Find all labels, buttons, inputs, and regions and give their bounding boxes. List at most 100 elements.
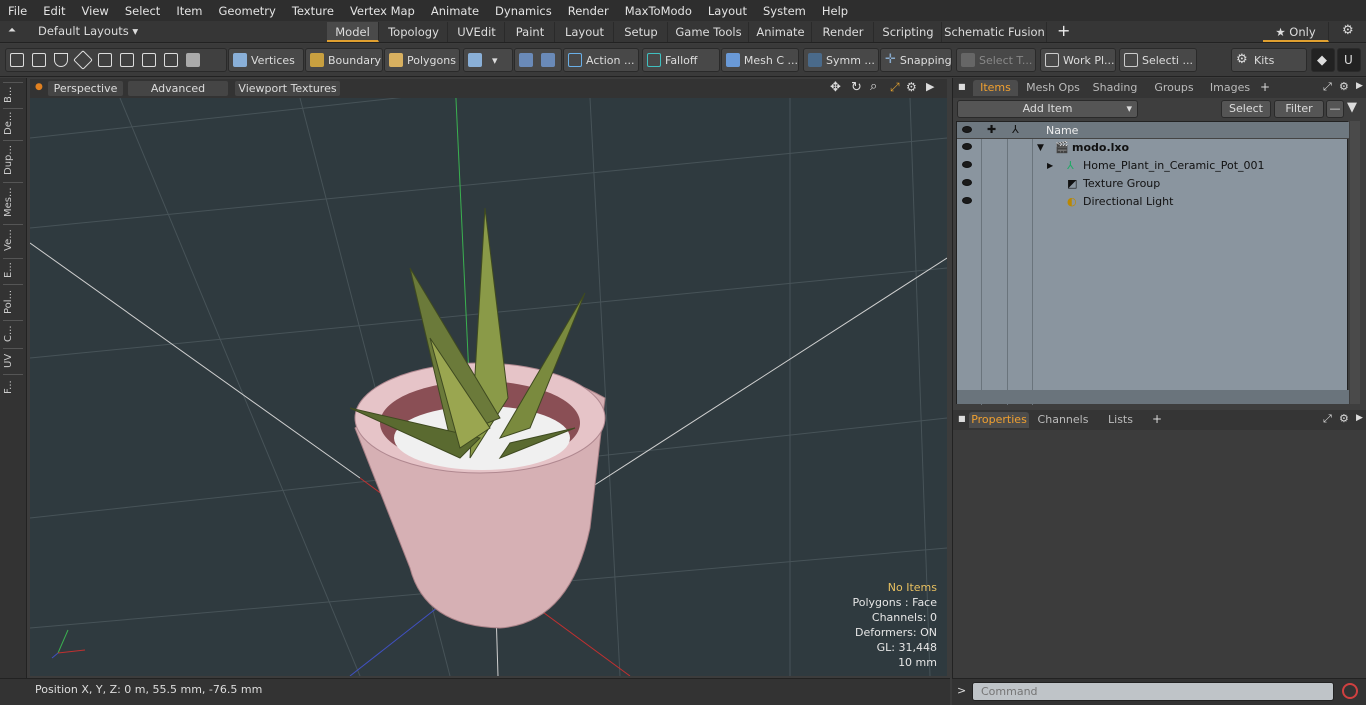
- 3d-viewport[interactable]: No Items Polygons : Face Channels: 0 Def…: [30, 98, 947, 676]
- globe-icon[interactable]: [32, 53, 46, 67]
- tab-items[interactable]: Items: [973, 80, 1018, 96]
- menu-vertex-map[interactable]: Vertex Map: [342, 4, 423, 18]
- tab-animate[interactable]: Animate: [750, 22, 812, 42]
- select-button[interactable]: Select: [1221, 100, 1271, 118]
- tab-properties[interactable]: Properties: [969, 412, 1029, 428]
- zoom-icon[interactable]: ⌕: [870, 79, 877, 94]
- snapping-button[interactable]: ✛ Snapping: [880, 48, 952, 72]
- tab-topology[interactable]: Topology: [380, 22, 448, 42]
- gear-icon[interactable]: ⚙: [1342, 23, 1354, 38]
- panel-maximize-icon[interactable]: ⤢: [1323, 80, 1332, 94]
- item-mode-button[interactable]: ▾: [463, 48, 513, 72]
- menu-texture[interactable]: Texture: [284, 4, 342, 18]
- tab-render[interactable]: Render: [813, 22, 874, 42]
- tab-basic[interactable]: B...: [3, 82, 23, 106]
- eye-icon[interactable]: [962, 161, 972, 168]
- add-panel-tab-icon[interactable]: +: [1260, 80, 1270, 94]
- tab-layout[interactable]: Layout: [556, 22, 614, 42]
- circle-select-icon[interactable]: [10, 53, 24, 67]
- list-item[interactable]: ▼ 🎬 modo.lxo: [957, 139, 1349, 157]
- symmetry-button[interactable]: Symm ...: [803, 48, 879, 72]
- menu-system[interactable]: System: [755, 4, 814, 18]
- add-tab-icon[interactable]: +: [1057, 21, 1070, 40]
- boundary-button[interactable]: Boundary: [305, 48, 383, 72]
- lock-header-icon[interactable]: ✚: [987, 123, 996, 136]
- layout-selector[interactable]: Default Layouts ▾: [38, 24, 138, 38]
- funnel-icon[interactable]: ▼: [1347, 100, 1357, 115]
- menu-layout[interactable]: Layout: [700, 4, 755, 18]
- tab-mesh-edit[interactable]: Mes...: [3, 182, 23, 222]
- expand-arrow-icon[interactable]: ▶: [1047, 157, 1053, 175]
- tab-shading[interactable]: Shading: [1089, 80, 1141, 96]
- tab-vertex[interactable]: Ve...: [3, 224, 23, 256]
- menu-maxtomodo[interactable]: MaxToModo: [617, 4, 700, 18]
- panel-maximize-icon[interactable]: ⤢: [1323, 412, 1332, 426]
- panel-gear-icon[interactable]: ⚙: [1339, 412, 1349, 425]
- polygons-button[interactable]: Polygons: [384, 48, 460, 72]
- tab-lists[interactable]: Lists: [1098, 412, 1143, 428]
- transform-icon[interactable]: [120, 53, 134, 67]
- only-toggle[interactable]: ★ Only: [1263, 22, 1329, 42]
- work-plane-button[interactable]: Work Pl...: [1040, 48, 1116, 72]
- pen-icon[interactable]: [54, 53, 68, 67]
- viewport-textures-dropdown[interactable]: Viewport Textures: [235, 81, 340, 96]
- vertical-scrollbar[interactable]: [1350, 121, 1360, 404]
- viewport-gear-icon[interactable]: ⚙: [906, 80, 917, 94]
- type-header-icon[interactable]: ⅄: [1012, 123, 1019, 136]
- box-icon[interactable]: [142, 53, 156, 67]
- unreal-icon[interactable]: U: [1337, 48, 1361, 72]
- menu-edit[interactable]: Edit: [35, 4, 73, 18]
- list-item[interactable]: ▶ ⅄ Home_Plant_in_Ceramic_Pot_001: [957, 157, 1349, 175]
- tab-channels[interactable]: Channels: [1035, 412, 1091, 428]
- action-center-button[interactable]: Action ...: [563, 48, 639, 72]
- tab-mesh-ops[interactable]: Mesh Ops: [1024, 80, 1082, 96]
- viewport-menu-arrow-icon[interactable]: ▶: [926, 80, 934, 93]
- tab-edge[interactable]: E...: [3, 258, 23, 282]
- expand-arrow-icon[interactable]: ▼: [1037, 139, 1044, 157]
- tab-fusion[interactable]: F...: [3, 374, 23, 400]
- selection-sets-button[interactable]: Selecti ...: [1119, 48, 1197, 72]
- tab-curve[interactable]: C...: [3, 320, 23, 346]
- tab-scripting[interactable]: Scripting: [875, 22, 942, 42]
- menu-item[interactable]: Item: [168, 4, 210, 18]
- panel-gear-icon[interactable]: ⚙: [1339, 80, 1349, 93]
- tab-setup[interactable]: Setup: [615, 22, 668, 42]
- collapse-icon[interactable]: —: [1326, 100, 1344, 118]
- mesh-constraint-button[interactable]: Mesh C ...: [721, 48, 799, 72]
- link-icon[interactable]: [98, 53, 112, 67]
- layout-menu-icon[interactable]: ⏶: [8, 25, 16, 36]
- menu-render[interactable]: Render: [560, 4, 617, 18]
- symmetry-toggles[interactable]: [514, 48, 562, 72]
- menu-help[interactable]: Help: [814, 4, 856, 18]
- menu-file[interactable]: File: [0, 4, 35, 18]
- tab-schematic-fusion[interactable]: Schematic Fusion: [943, 22, 1047, 42]
- tab-polygon[interactable]: Pol...: [3, 284, 23, 318]
- move-view-icon[interactable]: ✥: [830, 80, 841, 95]
- visibility-header-icon[interactable]: [962, 126, 972, 133]
- menu-view[interactable]: View: [74, 4, 117, 18]
- eye-icon[interactable]: [962, 143, 972, 150]
- tab-model[interactable]: Model: [327, 22, 379, 42]
- tab-groups[interactable]: Groups: [1148, 80, 1200, 96]
- tab-uv[interactable]: UV: [3, 348, 23, 372]
- panel-dot-icon[interactable]: ■: [958, 414, 966, 423]
- maximize-icon[interactable]: ⤢: [890, 80, 900, 95]
- tab-deform[interactable]: De...: [3, 108, 23, 138]
- record-icon[interactable]: [1342, 683, 1358, 699]
- rotate-icon[interactable]: [164, 53, 178, 67]
- panel-arrow-icon[interactable]: ▶: [1356, 81, 1363, 91]
- tab-duplicate[interactable]: Dup...: [3, 140, 23, 180]
- panel-arrow-icon[interactable]: ▶: [1356, 413, 1363, 423]
- falloff-button[interactable]: Falloff: [642, 48, 720, 72]
- rotate-view-icon[interactable]: ↻: [851, 80, 862, 95]
- tab-images[interactable]: Images: [1206, 80, 1254, 96]
- shield-icon[interactable]: [186, 53, 200, 67]
- horizontal-scrollbar[interactable]: [957, 390, 1349, 404]
- kits-button[interactable]: ⚙ Kits: [1231, 48, 1307, 72]
- eye-icon[interactable]: [962, 179, 972, 186]
- panel-dot-icon[interactable]: ■: [958, 82, 966, 91]
- eye-icon[interactable]: [962, 197, 972, 204]
- filter-button[interactable]: Filter: [1274, 100, 1324, 118]
- menu-geometry[interactable]: Geometry: [211, 4, 284, 18]
- menu-animate[interactable]: Animate: [423, 4, 487, 18]
